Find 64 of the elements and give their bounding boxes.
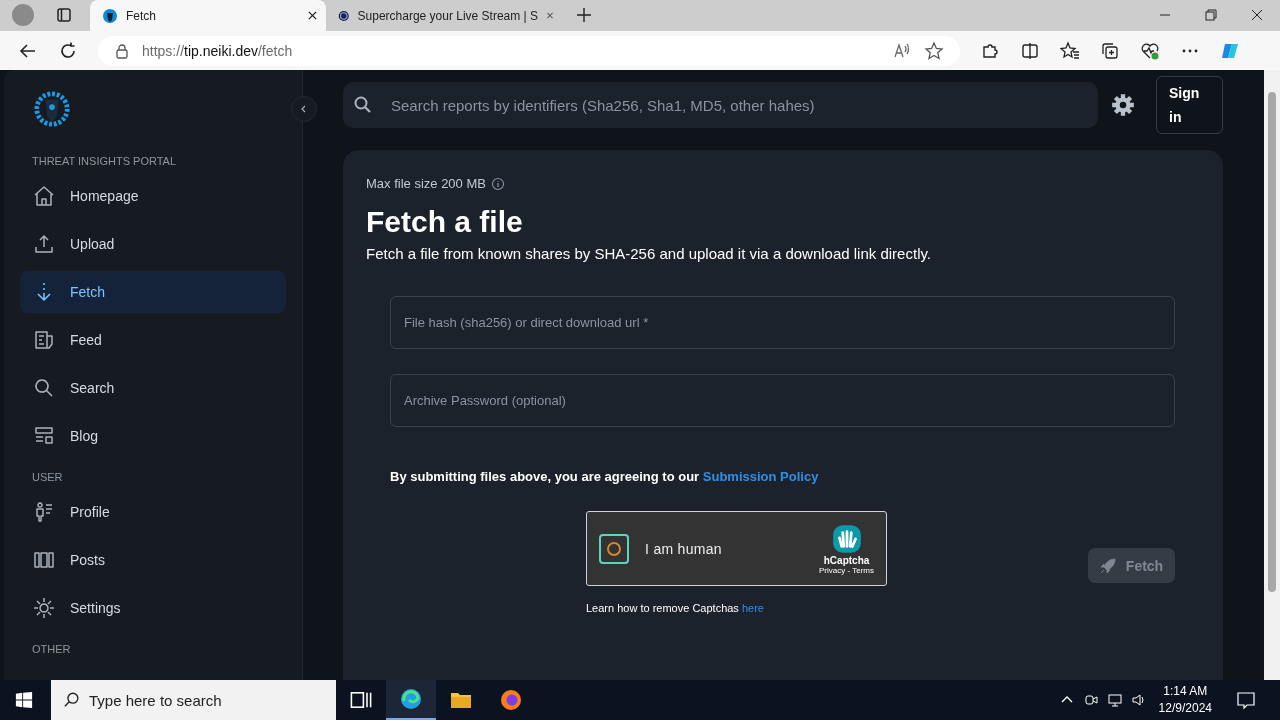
- new-tab-icon[interactable]: [576, 7, 592, 23]
- collections-icon[interactable]: [1100, 40, 1120, 61]
- input-field[interactable]: File hash (sha256) or direct download url *: [390, 296, 1175, 349]
- logo-icon[interactable]: [33, 89, 71, 128]
- captcha-links[interactable]: Privacy - Terms: [819, 565, 874, 575]
- close-icon[interactable]: [1251, 9, 1263, 21]
- help-link[interactable]: here: [741, 602, 764, 614]
- feed-icon: [32, 328, 56, 352]
- loading-ring-icon: [607, 541, 621, 556]
- home-icon: [32, 184, 56, 208]
- sidebar-item[interactable]: Profile: [20, 491, 286, 533]
- search-field[interactable]: Search reports by identifiers (Sha256, Sha1, MD5, other hahes): [343, 82, 1098, 128]
- info-icon[interactable]: [490, 176, 505, 191]
- sidebar-item[interactable]: Fetch: [20, 271, 286, 313]
- url-text: https://tip.neiki.dev/fetch: [142, 42, 293, 59]
- split-screen-icon[interactable]: [1020, 40, 1040, 61]
- shield-icon: [102, 7, 118, 24]
- sidebar-item[interactable]: Search: [20, 367, 286, 409]
- captcha-help-text: Learn how to remove Captchas here: [586, 602, 765, 614]
- search-icon: [353, 95, 373, 115]
- sidebar-item[interactable]: Homepage: [20, 175, 286, 217]
- windows-start-icon[interactable]: [15, 691, 33, 709]
- upload-icon: [32, 232, 56, 256]
- section-heading: OTHER: [31, 642, 72, 657]
- browser-tab[interactable]: Supercharge your Live Stream | S: [326, 0, 562, 31]
- rocket-icon: [1099, 557, 1116, 574]
- sidebar-item[interactable]: Posts: [20, 539, 286, 581]
- captcha-brand: hCaptcha: [823, 554, 870, 566]
- settings-icon[interactable]: [1110, 92, 1136, 118]
- search-icon: [63, 691, 81, 709]
- refresh-icon[interactable]: [58, 40, 78, 61]
- taskbar-search-field[interactable]: Type here to search: [51, 680, 336, 720]
- browser-tab[interactable]: Fetch: [90, 0, 326, 31]
- volume-icon[interactable]: [1130, 692, 1147, 708]
- address-field[interactable]: https://tip.neiki.dev/fetch: [98, 35, 960, 66]
- scrollbar[interactable]: [1264, 70, 1280, 680]
- close-icon[interactable]: [307, 10, 318, 21]
- input-field[interactable]: Archive Password (optional): [390, 374, 1175, 427]
- sign-in-button[interactable]: Sign in: [1156, 76, 1223, 134]
- section-heading: THREAT INSIGHTS PORTAL: [31, 154, 178, 169]
- sidebar-item[interactable]: Upload: [20, 223, 286, 265]
- star-icon[interactable]: [924, 40, 944, 61]
- sidebar-item[interactable]: Feed: [20, 319, 286, 361]
- camera-icon[interactable]: [1082, 692, 1099, 708]
- max-size-note: Max file size 200 MB: [366, 176, 486, 191]
- favorites-icon[interactable]: [1060, 40, 1080, 61]
- notifications-icon[interactable]: [1236, 690, 1256, 710]
- policy-link[interactable]: Submission Policy: [702, 469, 819, 484]
- tab-title: Supercharge your Live Stream | S: [357, 8, 539, 23]
- captcha-label: I am human: [645, 540, 722, 557]
- clock-time: 1:14 AM: [1163, 683, 1208, 700]
- network-icon[interactable]: [1106, 692, 1123, 708]
- page-title: Fetch a file: [366, 205, 524, 239]
- lock-icon: [114, 42, 130, 59]
- sidebar-item[interactable]: Blog: [20, 415, 286, 457]
- policy-text: By submitting files above, you are agreeing to our Submission Policy: [390, 469, 820, 484]
- restore-icon[interactable]: [1205, 9, 1217, 21]
- tab-actions-icon[interactable]: [56, 7, 72, 23]
- clock-date: 12/9/2024: [1158, 700, 1212, 717]
- tab-title: Fetch: [126, 8, 157, 23]
- captcha-checkbox[interactable]: [599, 533, 629, 564]
- page-subtitle: Fetch a file from known shares by SHA-256 and upload it via a download link directly.: [366, 245, 932, 262]
- section-heading: USER: [31, 470, 64, 485]
- sidebar-item[interactable]: Settings: [20, 587, 286, 629]
